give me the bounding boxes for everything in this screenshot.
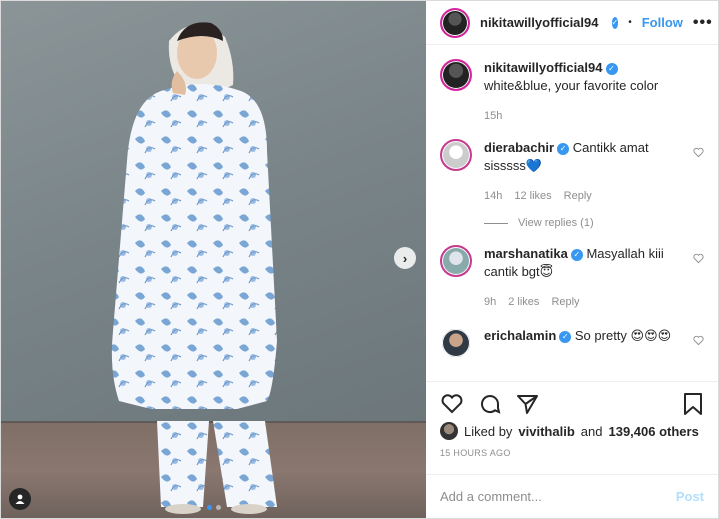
post-image[interactable]: › [1,1,426,518]
avatar[interactable] [440,422,458,440]
comment-username[interactable]: marshanatika [484,246,568,261]
avatar[interactable] [440,139,472,171]
comment-likes[interactable]: 2 likes [508,293,539,311]
view-replies[interactable]: View replies (1) [484,217,704,229]
comments-list: nikitawillyofficial94 ✓ white&blue, your … [426,45,718,381]
avatar[interactable] [440,59,472,91]
liked-by-suffix: and [580,423,603,439]
person-figure [111,22,277,514]
comment-meta: 14h 12 likes Reply [484,187,682,205]
liked-by: Liked by vivithalib and 139,406 others [440,422,704,440]
carousel-dot [215,505,221,510]
carousel-dot-active [206,505,212,510]
comment-time[interactable]: 9h [484,293,496,311]
heart-icon[interactable] [693,335,704,346]
carousel-dots [206,505,221,510]
divider [484,222,508,224]
heart-icon[interactable] [693,147,704,158]
post-header: nikitawillyofficial94 ✓ • Follow ••• [426,1,718,45]
comment-icon[interactable] [478,392,502,416]
reply-button[interactable]: Reply [564,187,592,205]
verified-icon: ✓ [611,16,619,29]
avatar[interactable] [440,327,472,359]
comment-text: So pretty 😍😍😍 [574,328,672,343]
heart-icon[interactable] [693,253,704,264]
liked-by-user[interactable]: vivithalib [518,424,574,439]
verified-icon: ✓ [557,142,570,155]
liked-by-prefix: Liked by [464,423,513,439]
avatar[interactable] [440,7,470,38]
post-actions: Liked by vivithalib and 139,406 others 1… [426,381,718,458]
comment-username[interactable]: erichalamin [484,328,556,343]
caption: nikitawillyofficial94 ✓ white&blue, your … [440,59,704,125]
verified-icon: ✓ [570,248,583,261]
caption-text: white&blue, your favorite color [484,78,659,93]
comment-meta: 9h 2 likes Reply [484,293,682,311]
comment-username[interactable]: dierabachir [484,140,554,155]
tag-icon[interactable] [9,488,31,510]
list-item: erichalamin ✓ So pretty 😍😍😍 [440,327,704,359]
post-username[interactable]: nikitawillyofficial94 [480,15,599,30]
list-item: dierabachir ✓ Cantikk amat sisssss💙 14h 1… [440,139,704,205]
verified-icon: ✓ [559,330,572,343]
instagram-post: › nikitawillyofficial94 ✓ • Follow ••• n… [0,0,719,519]
avatar[interactable] [440,245,472,277]
post-sidebar: nikitawillyofficial94 ✓ • Follow ••• nik… [426,1,718,518]
comment-time[interactable]: 14h [484,187,502,205]
action-icons [440,390,704,418]
caption-time[interactable]: 15h [484,107,502,125]
heart-icon[interactable] [440,392,464,416]
follow-button[interactable]: Follow [642,15,683,30]
separator: • [628,17,632,28]
bookmark-icon[interactable] [682,392,704,416]
more-options-icon[interactable]: ••• [693,14,713,32]
comment-likes[interactable]: 12 likes [514,187,551,205]
comment-input[interactable] [440,489,676,504]
share-icon[interactable] [516,392,540,416]
add-comment-bar: Post [426,474,718,518]
post-timestamp[interactable]: 15 HOURS AGO [440,448,704,458]
verified-icon: ✓ [605,62,618,75]
post-button[interactable]: Post [676,489,704,504]
likes-count[interactable]: 139,406 others [608,424,698,439]
reply-button[interactable]: Reply [551,293,579,311]
chevron-right-icon[interactable]: › [394,247,416,269]
caption-username[interactable]: nikitawillyofficial94 [484,60,603,75]
list-item: marshanatika ✓ Masyallah kiii cantik bgt😇… [440,245,704,311]
view-replies-label[interactable]: View replies (1) [518,217,594,229]
caption-meta: 15h [484,107,682,125]
